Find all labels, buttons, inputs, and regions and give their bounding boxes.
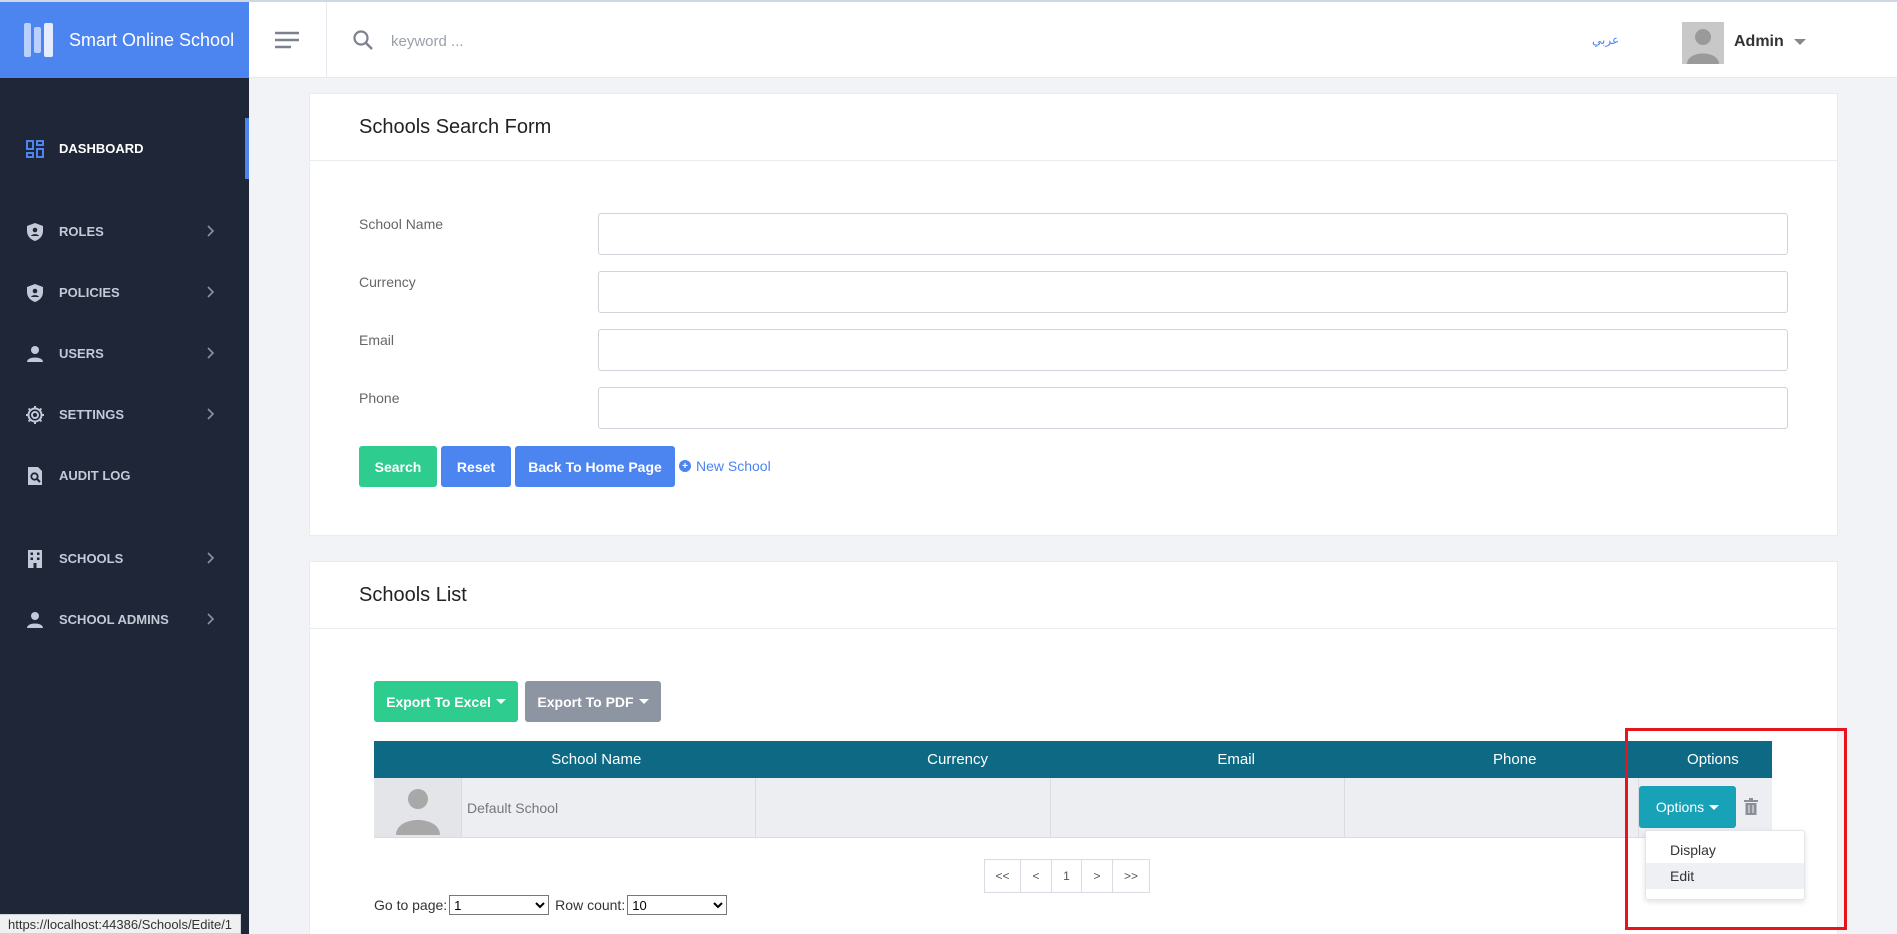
new-school-link[interactable]: + New School	[679, 458, 771, 474]
language-switch[interactable]: عربي	[1592, 33, 1619, 47]
phone-label: Phone	[359, 390, 400, 406]
new-school-label: New School	[696, 458, 771, 474]
currency-label: Currency	[359, 274, 416, 290]
sidebar: Smart Online School DASHBOARD ROLES POLI…	[0, 0, 249, 934]
column-header[interactable]: School Name	[374, 741, 819, 778]
currency-field[interactable]	[598, 271, 1788, 313]
row-count-select[interactable]: 10	[627, 895, 728, 915]
school-name-label: School Name	[359, 216, 444, 232]
export-pdf-button[interactable]: Export To PDF	[525, 681, 661, 722]
building-icon	[25, 549, 45, 569]
page-prev[interactable]: <	[1020, 859, 1052, 893]
sidebar-item-label: SCHOOLS	[59, 551, 124, 566]
dashboard-icon	[25, 139, 45, 159]
chevron-right-icon	[207, 225, 215, 237]
phone-row: Phone	[359, 387, 1789, 431]
annotation-highlight-box	[1625, 728, 1847, 930]
chevron-right-icon	[207, 613, 215, 625]
email-row: Email	[359, 329, 1789, 373]
schools-table: School Name Currency Email Phone Options…	[374, 741, 1772, 838]
audit-icon	[25, 466, 45, 486]
pagination: << < 1 > >>	[984, 859, 1150, 893]
caret-down-icon	[495, 699, 506, 704]
sidebar-nav: DASHBOARD ROLES POLICIES USERS SETTINGS …	[0, 118, 249, 650]
sidebar-item-schools[interactable]: SCHOOLS	[0, 528, 249, 589]
cell-phone	[1345, 778, 1639, 837]
export-excel-button[interactable]: Export To Excel	[374, 681, 518, 722]
sidebar-item-users[interactable]: USERS	[0, 323, 249, 384]
brand[interactable]: Smart Online School	[0, 0, 249, 78]
column-header[interactable]: Email	[1097, 741, 1376, 778]
search-form-title: Schools Search Form	[310, 94, 1837, 161]
table-row[interactable]: Default School Options	[374, 778, 1772, 838]
search-input[interactable]	[391, 26, 691, 56]
sidebar-item-label: AUDIT LOG	[59, 468, 131, 483]
sidebar-item-label: ROLES	[59, 224, 104, 239]
currency-row: Currency	[359, 271, 1789, 315]
sidebar-item-policies[interactable]: POLICIES	[0, 262, 249, 323]
phone-field[interactable]	[598, 387, 1788, 429]
cell-email	[1051, 778, 1345, 837]
search-form-card: Schools Search Form School Name Currency…	[309, 93, 1838, 536]
sidebar-item-school-admins[interactable]: SCHOOL ADMINS	[0, 589, 249, 650]
plus-circle-icon: +	[679, 460, 691, 472]
sidebar-item-roles[interactable]: ROLES	[0, 201, 249, 262]
user-icon	[25, 344, 45, 364]
export-excel-label: Export To Excel	[386, 693, 491, 710]
chevron-right-icon	[207, 408, 215, 420]
shield-icon	[25, 222, 45, 242]
sidebar-item-label: SCHOOL ADMINS	[59, 612, 169, 627]
reset-button[interactable]: Reset	[441, 446, 511, 487]
sidebar-item-settings[interactable]: SETTINGS	[0, 384, 249, 445]
row-count-label: Row count:	[555, 897, 626, 913]
cell-currency	[756, 778, 1051, 837]
goto-label: Go to page:	[374, 897, 448, 913]
divider	[326, 2, 327, 78]
status-bar-url: https://localhost:44386/Schools/Edite/1	[0, 914, 242, 934]
page-next[interactable]: >	[1081, 859, 1113, 893]
table-header: School Name Currency Email Phone Options	[374, 741, 1772, 778]
sidebar-item-label: POLICIES	[59, 285, 120, 300]
sidebar-item-label: USERS	[59, 346, 104, 361]
search-icon[interactable]	[352, 29, 374, 51]
sidebar-item-label: DASHBOARD	[59, 141, 144, 156]
shield-icon	[25, 283, 45, 303]
chevron-down-icon[interactable]	[1794, 39, 1806, 45]
app-title: Smart Online School	[69, 29, 235, 50]
user-icon	[25, 610, 45, 630]
sidebar-item-dashboard[interactable]: DASHBOARD	[0, 118, 249, 179]
sidebar-item-audit-log[interactable]: AUDIT LOG	[0, 445, 249, 506]
search-button[interactable]: Search	[359, 446, 437, 487]
menu-toggle-icon[interactable]	[274, 29, 300, 51]
schools-list-title: Schools List	[310, 562, 1837, 629]
chevron-right-icon	[207, 552, 215, 564]
school-name-field[interactable]	[598, 213, 1788, 255]
cell-school-name: Default School	[462, 778, 756, 837]
email-label: Email	[359, 332, 395, 348]
school-logo	[374, 778, 462, 837]
avatar[interactable]	[1682, 22, 1724, 64]
goto-controls: Go to page: 1 Row count: 10	[374, 895, 733, 915]
email-field[interactable]	[598, 329, 1788, 371]
school-name-row: School Name	[359, 213, 1789, 257]
chevron-right-icon	[207, 286, 215, 298]
page-last[interactable]: >>	[1112, 859, 1150, 893]
goto-page-select[interactable]: 1	[449, 895, 550, 915]
caret-down-icon	[638, 699, 649, 704]
page-first[interactable]: <<	[984, 859, 1021, 893]
logo-icon	[24, 23, 54, 57]
avatar-placeholder-icon	[395, 788, 440, 835]
page-number[interactable]: 1	[1051, 859, 1082, 893]
user-name[interactable]: Admin	[1734, 33, 1784, 51]
column-header[interactable]: Currency	[819, 741, 1097, 778]
topbar: عربي Admin	[249, 0, 1897, 78]
column-header[interactable]: Phone	[1376, 741, 1654, 778]
export-pdf-label: Export To PDF	[537, 693, 634, 710]
back-home-button[interactable]: Back To Home Page	[515, 446, 675, 487]
sidebar-item-label: SETTINGS	[59, 407, 125, 422]
chevron-right-icon	[207, 347, 215, 359]
gear-icon	[25, 405, 45, 425]
